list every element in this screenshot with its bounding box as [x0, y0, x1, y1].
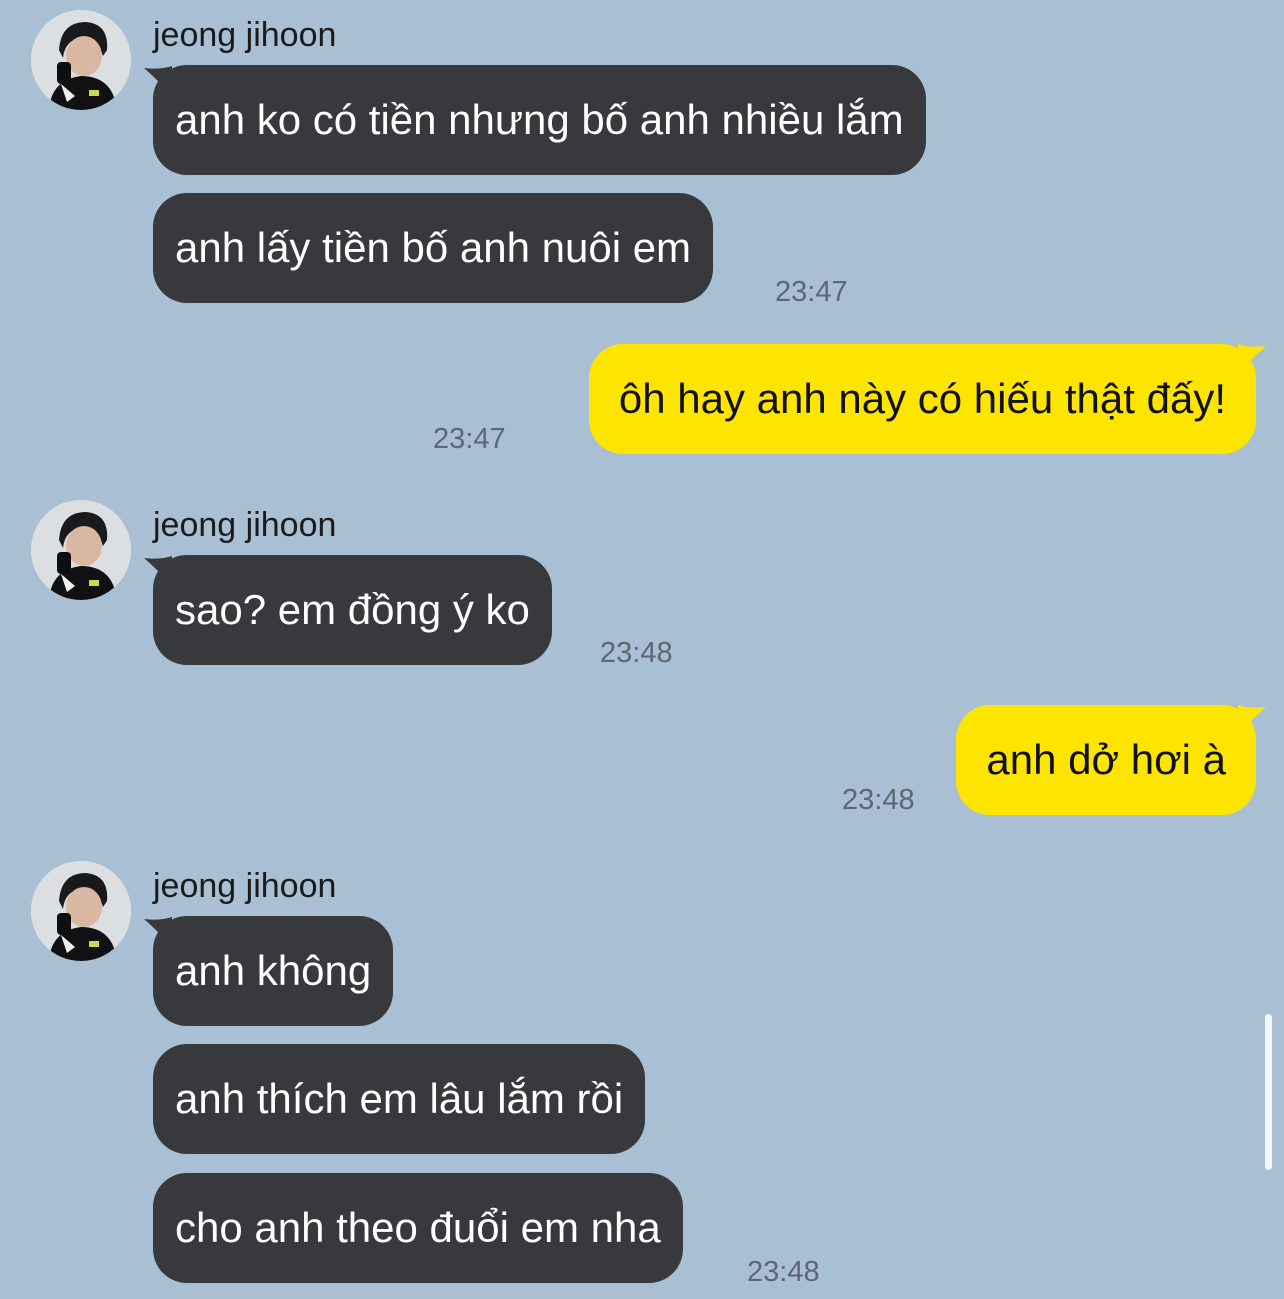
profile-photo-icon	[31, 10, 131, 110]
sender-name: jeong jihoon	[153, 506, 337, 544]
profile-photo-icon	[31, 861, 131, 961]
message-timestamp: 23:48	[600, 637, 673, 669]
message-timestamp: 23:47	[433, 423, 506, 455]
incoming-message[interactable]: cho anh theo đuổi em nha	[153, 1173, 683, 1283]
scrollbar[interactable]	[1265, 1014, 1272, 1170]
incoming-message[interactable]: anh lấy tiền bố anh nuôi em	[153, 193, 714, 303]
sender-name: jeong jihoon	[153, 867, 337, 905]
message-timestamp: 23:47	[775, 276, 848, 308]
incoming-message[interactable]: anh không	[153, 916, 394, 1026]
avatar[interactable]	[31, 861, 131, 961]
sender-name: jeong jihoon	[153, 16, 337, 54]
outgoing-message[interactable]: ôh hay anh này có hiếu thật đấy!	[588, 344, 1256, 454]
avatar[interactable]	[31, 500, 131, 600]
avatar[interactable]	[31, 10, 131, 110]
incoming-message[interactable]: sao? em đồng ý ko	[153, 555, 552, 665]
message-timestamp: 23:48	[842, 784, 915, 816]
incoming-message[interactable]: anh ko có tiền nhưng bố anh nhiều lắm	[153, 65, 926, 175]
message-timestamp: 23:48	[747, 1256, 820, 1288]
outgoing-message[interactable]: anh dở hơi à	[956, 705, 1256, 815]
profile-photo-icon	[31, 500, 131, 600]
incoming-message[interactable]: anh thích em lâu lắm rồi	[153, 1044, 646, 1154]
chat-window: jeong jihoon anh ko có tiền nhưng bố anh…	[0, 0, 1284, 1299]
